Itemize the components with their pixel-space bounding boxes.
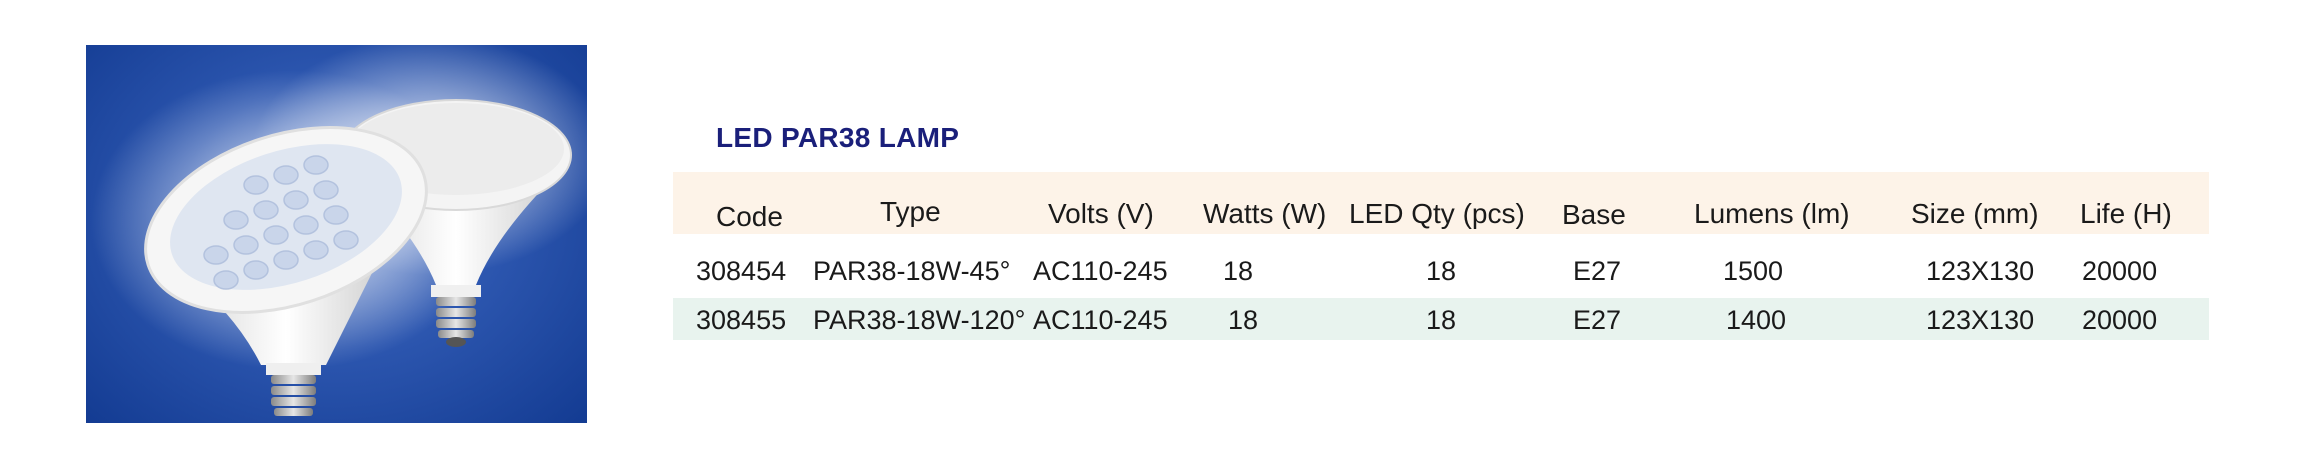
table-cell-base: E27	[1573, 256, 1622, 286]
product-title: LED PAR38 LAMP	[716, 122, 960, 153]
table-cell-life: 20000	[2082, 305, 2158, 335]
table-cell-watts: 18	[1228, 305, 1259, 335]
table-cell-size: 123X130	[1926, 256, 2035, 286]
table-cell-led-qty: 18	[1426, 256, 1457, 286]
table-cell-volts: AC110-245	[1033, 256, 1168, 286]
table-cell-life: 20000	[2082, 256, 2158, 286]
column-header-watts: Watts (W)	[1203, 198, 1327, 229]
table-cell-lumens: 1500	[1723, 256, 1784, 286]
table-cell-watts: 18	[1223, 256, 1254, 286]
table-cell-code: 308455	[696, 305, 787, 335]
table-cell-volts: AC110-245	[1033, 305, 1168, 335]
table-cell-type: PAR38-18W-120°	[813, 305, 1026, 335]
table-cell-code: 308454	[696, 256, 787, 286]
product-photo	[86, 45, 587, 423]
column-header-volts: Volts (V)	[1048, 198, 1154, 229]
column-header-code: Code	[716, 201, 783, 232]
table-cell-size: 123X130	[1926, 305, 2035, 335]
column-header-life: Life (H)	[2080, 198, 2172, 229]
table-cell-lumens: 1400	[1726, 305, 1787, 335]
table-cell-led-qty: 18	[1426, 305, 1457, 335]
column-header-size: Size (mm)	[1911, 198, 2039, 229]
table-cell-type: PAR38-18W-45°	[813, 256, 1011, 286]
column-header-base: Base	[1562, 199, 1626, 230]
column-header-lumens: Lumens (lm)	[1694, 198, 1850, 229]
column-header-led-qty: LED Qty (pcs)	[1349, 198, 1525, 229]
table-cell-base: E27	[1573, 305, 1622, 335]
lamp-illustration	[91, 45, 587, 416]
column-header-type: Type	[880, 196, 941, 227]
